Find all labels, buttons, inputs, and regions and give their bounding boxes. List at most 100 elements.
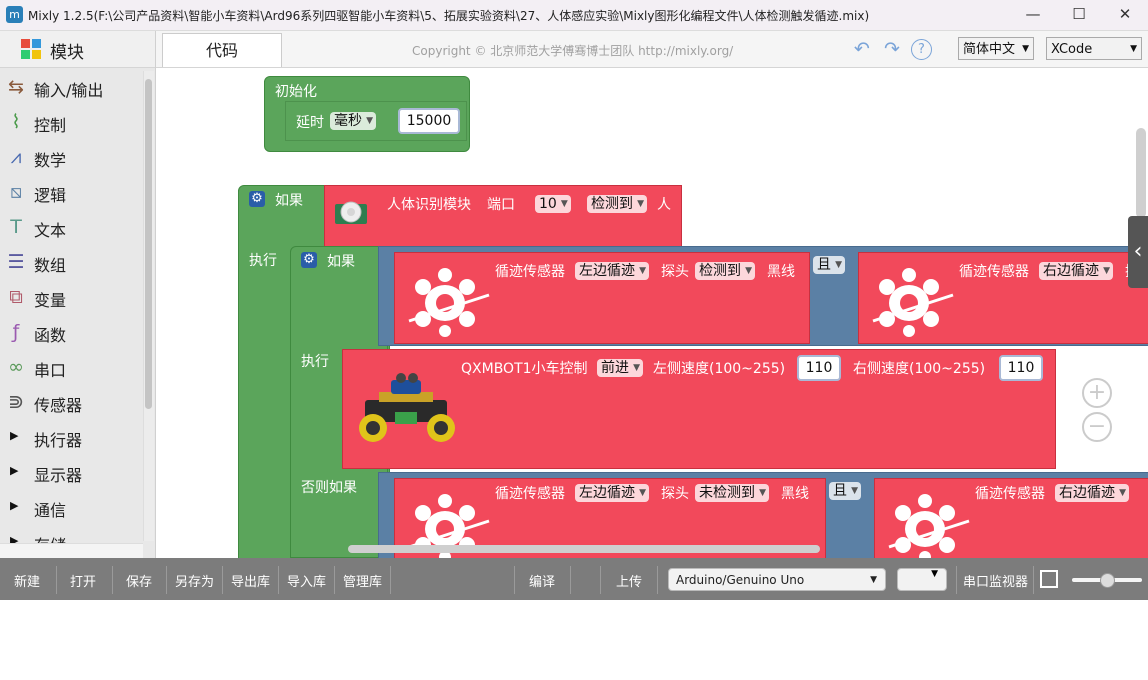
probe-state-dropdown[interactable]: 检测到 ▼ (695, 262, 755, 280)
redo-icon[interactable]: ↷ (880, 37, 904, 61)
output-console[interactable] (0, 600, 1148, 680)
track-sensor-right-block-1[interactable]: 循迹传感器 右边循迹▼ 探 (858, 252, 1148, 344)
sidebar-item[interactable]: T 文本 (0, 211, 140, 243)
serial-monitor-button[interactable]: 串口监视器 (963, 571, 1028, 590)
sidebar-scrollbar[interactable] (143, 71, 154, 541)
sidebar-item[interactable]: ƒ 函数 (0, 316, 140, 348)
chevron-down-icon: ▼ (1130, 44, 1137, 54)
right-speed-label: 右侧速度(100~255) (853, 361, 986, 377)
toolbar-divider (278, 566, 279, 594)
variable-icon: ⧉ (9, 286, 23, 308)
dropdown-arrow-icon: ▼ (637, 199, 644, 209)
track-side-dropdown[interactable]: 右边循迹 ▼ (1039, 262, 1113, 280)
board-select[interactable]: Arduino/Genuino Uno ▼ (668, 568, 886, 591)
sidebar-item[interactable]: ⌇ 控制 (0, 106, 140, 138)
dropdown-arrow-icon: ▼ (560, 199, 568, 209)
import-lib-button[interactable]: 导入库 (287, 571, 326, 590)
car-control-block[interactable]: QXMBOT1小车控制 前进 ▼ 左侧速度(100~255) 110 右侧速度(1… (342, 349, 1056, 469)
right-speed-input[interactable]: 110 (999, 355, 1043, 381)
port-value: 10 (539, 196, 557, 212)
workspace-vertical-scrollbar[interactable] (1136, 128, 1146, 218)
zoom-out-icon[interactable]: − (1082, 412, 1112, 442)
sidebar-item[interactable]: ⇆ 输入/输出 (0, 71, 140, 103)
compile-button[interactable]: 编译 (529, 571, 555, 590)
track-side-value: 右边循迹 (1043, 263, 1099, 279)
direction-dropdown[interactable]: 前进 ▼ (597, 359, 643, 377)
toolbar-divider (334, 566, 335, 594)
sidebar-item[interactable]: ⧅ 逻辑 (0, 176, 140, 208)
gear-icon[interactable]: ⚙ (249, 191, 265, 207)
sidebar-item[interactable]: ⩘ 数学 (0, 141, 140, 173)
save-button[interactable]: 保存 (126, 571, 152, 590)
delay-value-input[interactable]: 15000 (398, 108, 460, 134)
probe-state-value: 检测到 (699, 263, 741, 279)
track-side-dropdown[interactable]: 右边循迹 ▼ (1055, 484, 1129, 502)
save-as-button[interactable]: 另存为 (175, 571, 214, 590)
sidebar-horizontal-scrollbar[interactable] (0, 543, 143, 558)
tab-code[interactable]: 代码 (162, 33, 282, 67)
chip-icon[interactable] (1040, 570, 1058, 588)
workspace-horizontal-scrollbar[interactable] (348, 545, 820, 553)
theme-select[interactable]: XCode ▼ (1046, 37, 1142, 60)
manage-lib-button[interactable]: 管理库 (343, 571, 382, 590)
collapse-panel-handle[interactable]: ‹ (1128, 216, 1148, 288)
port-select[interactable]: ▼ (897, 568, 947, 591)
track-sensor-right-block-2[interactable]: 循迹传感器 右边循迹 ▼ (874, 478, 1148, 558)
io-icon: ⇆ (8, 76, 24, 98)
sidebar-item[interactable]: ⧉ 变量 (0, 281, 140, 313)
category-sidebar: 模块 ⇆ 输入/输出 ⌇ 控制 ⩘ 数学 ⧅ 逻辑 T 文本 ☰ 数组 ⧉ 变量 ƒ 函数 ∞ 串口 ⋑ 传感器 ▶ 执行… (0, 31, 156, 558)
sidebar-item-label: 逻辑 (34, 186, 67, 205)
sidebar-scroll-thumb[interactable] (145, 79, 152, 409)
maximize-button[interactable]: ☐ (1056, 0, 1102, 30)
zoom-in-icon[interactable]: + (1082, 378, 1112, 408)
port-dropdown[interactable]: 10 ▼ (535, 195, 571, 213)
track-side-dropdown[interactable]: 左边循迹 ▼ (575, 262, 649, 280)
slider-handle[interactable] (1100, 573, 1115, 588)
chevron-down-icon: ▼ (1022, 44, 1029, 54)
help-icon[interactable]: ? (911, 39, 932, 60)
blockly-workspace[interactable]: 初始化 延时 毫秒 ▼ 15000 ⚙ 如果 执行 人体识别模块 端口 10 ▼ 检… (156, 68, 1148, 558)
and-operator-dropdown[interactable]: 且 ▼ (829, 482, 861, 500)
track-side-value: 右边循迹 (1059, 485, 1115, 501)
and-operator-dropdown[interactable]: 且 ▼ (813, 256, 845, 274)
toolbar-divider (112, 566, 113, 594)
open-button[interactable]: 打开 (70, 571, 96, 590)
expand-arrow-icon: ▶ (10, 464, 19, 477)
sidebar-item[interactable]: ▶ 执行器 (0, 421, 140, 453)
upload-button[interactable]: 上传 (616, 571, 642, 590)
dropdown-arrow-icon: ▼ (851, 486, 858, 496)
export-lib-button[interactable]: 导出库 (231, 571, 270, 590)
sidebar-item[interactable]: ▶ 显示器 (0, 456, 140, 488)
dropdown-arrow-icon: ▼ (1119, 488, 1126, 498)
chevron-down-icon: ▼ (931, 569, 938, 579)
track-side-dropdown[interactable]: 左边循迹 ▼ (575, 484, 649, 502)
setup-block[interactable]: 初始化 延时 毫秒 ▼ 15000 (264, 76, 470, 152)
delay-unit-dropdown[interactable]: 毫秒 ▼ (330, 112, 376, 130)
delay-block[interactable]: 延时 毫秒 ▼ 15000 (285, 101, 467, 141)
sidebar-item[interactable]: ▶ 通信 (0, 491, 140, 523)
human-sensor-block[interactable]: 人体识别模块 端口 10 ▼ 检测到 ▼ 人 (324, 185, 682, 247)
sensor-icon: ⋑ (8, 391, 24, 413)
board-value: Arduino/Genuino Uno (676, 573, 805, 587)
text-icon: T (10, 216, 22, 238)
font-size-slider[interactable] (1072, 573, 1142, 588)
new-button[interactable]: 新建 (14, 571, 40, 590)
track-sensor-icon (888, 494, 970, 558)
language-select[interactable]: 简体中文 ▼ (958, 37, 1034, 60)
sidebar-item[interactable]: ⋑ 传感器 (0, 386, 140, 418)
delay-label: 延时 (296, 115, 324, 131)
sidebar-item[interactable]: ☰ 数组 (0, 246, 140, 278)
if-label: 如果 (275, 193, 303, 209)
probe-state-dropdown[interactable]: 未检测到 ▼ (695, 484, 769, 502)
undo-icon[interactable]: ↶ (850, 37, 874, 61)
left-speed-input[interactable]: 110 (797, 355, 841, 381)
gear-icon[interactable]: ⚙ (301, 252, 317, 268)
sidebar-item[interactable]: ∞ 串口 (0, 351, 140, 383)
sidebar-item-label: 数组 (34, 256, 67, 275)
minimize-button[interactable]: — (1010, 0, 1056, 30)
track-sensor-left-block-1[interactable]: 循迹传感器 左边循迹 ▼ 探头 检测到 ▼ 黑线 (394, 252, 810, 344)
detect-state-dropdown[interactable]: 检测到 ▼ (587, 195, 647, 213)
close-button[interactable]: ✕ (1102, 0, 1148, 30)
sidebar-item-label: 变量 (34, 291, 67, 310)
expand-arrow-icon: ▶ (10, 499, 19, 512)
